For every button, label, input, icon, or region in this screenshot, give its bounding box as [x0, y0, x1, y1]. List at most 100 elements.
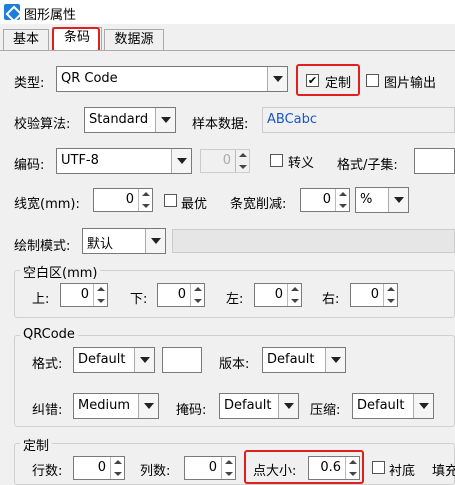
qr-compress-label: 压缩:: [310, 403, 341, 418]
bar-reduce-label: 条宽削减:: [230, 197, 287, 212]
qr-format-color-box[interactable]: [162, 347, 202, 373]
draw-mode-extra-field: [172, 229, 455, 253]
tab-datasource[interactable]: 数据源: [104, 29, 164, 51]
spin-arrows-icon: [345, 457, 359, 479]
chevron-down-icon: [267, 67, 287, 91]
type-select[interactable]: QR Code: [56, 66, 288, 92]
quiet-bottom-value: 0: [177, 287, 186, 302]
encoding-select[interactable]: UTF-8: [56, 148, 192, 174]
sample-data-field[interactable]: ABCabc: [262, 107, 455, 133]
spin-arrows-icon: [190, 284, 204, 306]
checksum-label: 校验算法:: [14, 117, 71, 132]
linewidth-value: 0: [125, 192, 134, 207]
dot-size-stepper[interactable]: 0.6: [308, 456, 360, 480]
quiet-bottom-stepper[interactable]: 0: [157, 283, 205, 307]
checksum-value: Standard: [89, 112, 149, 127]
draw-mode-value: 默认: [87, 237, 114, 252]
chevron-down-icon: [278, 394, 298, 418]
qr-mask-select[interactable]: Default: [219, 393, 299, 419]
bar-reduce-unit: %: [360, 192, 373, 207]
qr-format-value: Default: [78, 352, 126, 367]
spin-arrows-icon: [110, 457, 124, 479]
quiet-left-value: 0: [274, 287, 283, 302]
spin-arrows-icon: [287, 284, 301, 306]
qr-mask-label: 掩码:: [176, 403, 207, 418]
linewidth-label: 线宽(mm):: [14, 197, 80, 212]
window-title: 图形属性: [24, 8, 77, 23]
qr-ecc-value: Medium: [78, 398, 130, 413]
rows-label: 行数:: [32, 464, 63, 479]
encoding-value: UTF-8: [61, 153, 99, 168]
qr-compress-select[interactable]: Default: [352, 393, 434, 419]
qr-format-label: 格式:: [32, 357, 63, 372]
chevron-down-icon: [134, 348, 154, 372]
tab-datasource-label: 数据源: [114, 32, 154, 47]
quiet-bottom-label: 下:: [130, 292, 148, 307]
escape-label: 转义: [288, 156, 315, 171]
draw-mode-label: 绘制模式:: [14, 239, 71, 254]
rows-stepper[interactable]: 0: [73, 456, 125, 480]
encoding-stepper: 0: [200, 149, 250, 173]
bar-reduce-stepper[interactable]: 0: [300, 188, 350, 212]
qr-version-label: 版本:: [219, 357, 250, 372]
draw-mode-select[interactable]: 默认: [82, 228, 166, 254]
background-label: 衬底: [389, 464, 416, 479]
escape-checkbox[interactable]: [270, 154, 283, 167]
cols-stepper[interactable]: 0: [184, 456, 236, 480]
dot-size-label: 点大小:: [253, 464, 297, 479]
background-checkbox[interactable]: [372, 461, 385, 474]
bar-reduce-value: 0: [322, 192, 331, 207]
cols-label: 列数:: [140, 464, 171, 479]
sample-label: 样本数据:: [192, 117, 249, 132]
cols-value: 0: [208, 460, 217, 475]
image-output-checkbox[interactable]: [366, 74, 379, 87]
rows-value: 0: [97, 460, 106, 475]
quiet-zone-title: 空白区(mm): [20, 262, 101, 281]
chevron-down-icon: [171, 149, 191, 173]
fill-label-clip: 填充: [432, 460, 455, 478]
optimal-checkbox[interactable]: [164, 194, 177, 207]
tab-basic[interactable]: 基本: [3, 29, 49, 51]
checksum-select[interactable]: Standard: [84, 107, 176, 133]
dot-size-value: 0.6: [320, 460, 341, 475]
qr-mask-value: Default: [224, 398, 272, 413]
tab-basic-label: 基本: [12, 32, 39, 47]
chevron-down-icon: [145, 229, 165, 253]
custom-checkbox[interactable]: ✔: [306, 74, 319, 87]
quiet-right-value: 0: [370, 287, 379, 302]
quiet-right-label: 右:: [322, 292, 340, 307]
spin-arrows-icon: [93, 284, 107, 306]
encoding-num: 0: [222, 153, 231, 168]
quiet-right-stepper[interactable]: 0: [350, 283, 398, 307]
qrcode-title: QRCode: [20, 327, 78, 342]
spin-arrows-icon: [383, 284, 397, 306]
qr-ecc-select[interactable]: Medium: [73, 393, 159, 419]
custom-group-title: 定制: [20, 435, 53, 454]
format-subset-input[interactable]: [414, 148, 455, 174]
type-label: 类型:: [14, 76, 45, 91]
qr-version-select[interactable]: Default: [262, 347, 346, 373]
qr-ecc-label: 纠错:: [32, 403, 63, 418]
quiet-top-label: 上:: [32, 292, 50, 307]
linewidth-stepper[interactable]: 0: [93, 188, 153, 212]
title-bar: 图形属性: [0, 0, 455, 24]
quiet-left-label: 左:: [226, 292, 244, 307]
spin-arrows-icon: [221, 457, 235, 479]
spin-arrows-icon: [138, 189, 152, 211]
chevron-down-icon: [413, 394, 433, 418]
quiet-top-value: 0: [80, 287, 89, 302]
custom-label: 定制: [325, 76, 352, 91]
qr-format-select[interactable]: Default: [73, 347, 155, 373]
encoding-label: 编码:: [14, 158, 45, 173]
sample-value: ABCabc: [267, 112, 318, 127]
chevron-down-icon: [155, 108, 175, 132]
spin-arrows-icon: [335, 189, 349, 211]
chevron-down-icon: [325, 348, 345, 372]
quiet-top-stepper[interactable]: 0: [60, 283, 108, 307]
optimal-label: 最优: [181, 197, 208, 212]
quiet-left-stepper[interactable]: 0: [254, 283, 302, 307]
format-subset-label: 格式/子集:: [337, 158, 398, 173]
app-icon: [4, 4, 20, 20]
image-output-label: 图片输出: [384, 76, 437, 91]
bar-reduce-unit-select[interactable]: %: [355, 187, 409, 213]
